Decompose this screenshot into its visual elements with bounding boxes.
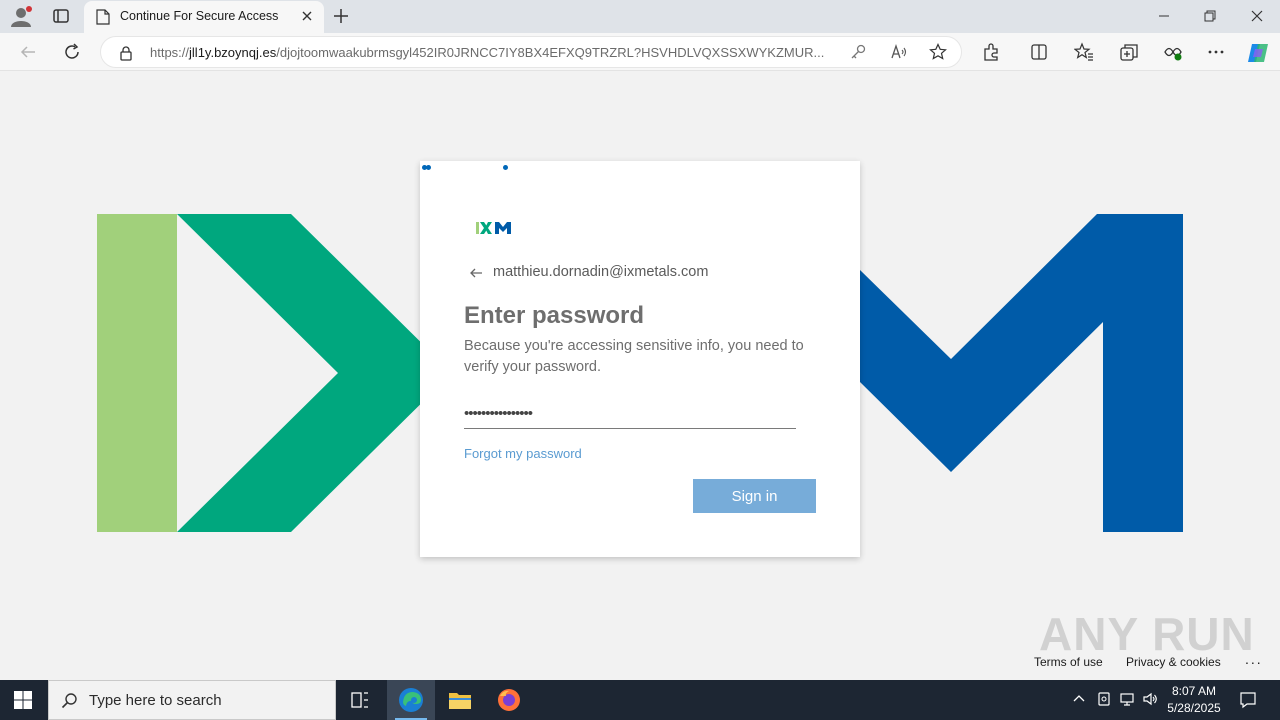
firefox-icon [498, 689, 520, 711]
split-screen-icon[interactable] [1029, 42, 1049, 62]
refresh-icon[interactable] [62, 42, 82, 62]
login-card: matthieu.dornadin@ixmetals.com Enter pas… [420, 161, 860, 557]
clock-time: 8:07 AM [1171, 684, 1217, 698]
favorites-icon[interactable] [1074, 42, 1094, 62]
url-path: /djojtoomwaakubrmsgyl452IR0JRNCC7IY8BX4E… [276, 45, 825, 60]
edge-icon [399, 688, 423, 712]
terms-link[interactable]: Terms of use [1034, 655, 1103, 669]
clock-date: 5/28/2025 [1167, 701, 1221, 715]
new-tab-icon[interactable] [332, 7, 350, 25]
minimize-icon[interactable] [1154, 6, 1174, 26]
search-placeholder: Type here to search [89, 692, 222, 709]
back-icon[interactable] [18, 42, 38, 62]
description-text: Because you're accessing sensitive info,… [464, 338, 804, 375]
folder-icon [449, 693, 471, 709]
read-aloud-icon[interactable] [890, 43, 908, 61]
windows-taskbar: Type here to search 8:07 AM 5/28/2025 [0, 680, 1280, 720]
close-window-icon[interactable] [1247, 6, 1267, 26]
profile-icon[interactable] [10, 6, 32, 28]
back-arrow-icon[interactable] [468, 265, 484, 281]
ixm-logo [476, 222, 511, 234]
lock-icon[interactable] [119, 45, 133, 61]
edge-taskbar-app[interactable] [387, 680, 435, 720]
network-icon[interactable] [1119, 691, 1135, 707]
notifications-icon[interactable] [1238, 690, 1258, 710]
key-icon[interactable] [849, 43, 867, 61]
copilot-icon[interactable] [1246, 41, 1270, 65]
volume-icon[interactable] [1142, 691, 1158, 707]
windows-start-icon[interactable] [14, 691, 32, 709]
account-email: matthieu.dornadin@ixmetals.com [493, 264, 709, 280]
taskbar-search[interactable]: Type here to search [48, 680, 336, 720]
privacy-link[interactable]: Privacy & cookies [1126, 655, 1221, 669]
page-title: Enter password [464, 302, 645, 329]
url-domain: jll1y.bzoynqj.es [189, 45, 277, 60]
show-hidden-icons-icon[interactable] [1071, 691, 1087, 707]
tab-actions-icon[interactable] [52, 7, 70, 25]
system-clock[interactable]: 8:07 AM 5/28/2025 [1160, 683, 1228, 717]
extensions-icon[interactable] [981, 42, 1001, 62]
task-view-button[interactable] [336, 680, 384, 720]
url-text[interactable]: https://jll1y.bzoynqj.es/djojtoomwaakubr… [150, 45, 840, 60]
browser-toolbar: https://jll1y.bzoynqj.es/djojtoomwaakubr… [0, 33, 1280, 71]
sign-in-button[interactable]: Sign in [693, 479, 816, 513]
forgot-password-link[interactable]: Forgot my password [464, 446, 582, 461]
restore-icon[interactable] [1200, 6, 1220, 26]
task-view-icon [351, 692, 368, 708]
favorite-star-icon[interactable] [929, 43, 947, 61]
progress-dot [426, 165, 431, 170]
more-options-icon[interactable] [1206, 42, 1226, 62]
collections-icon[interactable] [1119, 42, 1139, 62]
browser-essentials-icon[interactable] [1163, 42, 1183, 62]
search-icon [61, 693, 77, 709]
tab-title: Continue For Secure Access [120, 9, 279, 23]
browser-tab-bar: Continue For Secure Access [0, 0, 1280, 33]
page-icon [96, 9, 110, 25]
file-explorer-taskbar-app[interactable] [436, 680, 484, 720]
close-tab-icon[interactable] [300, 9, 314, 23]
password-field[interactable] [464, 399, 796, 429]
page-content: matthieu.dornadin@ixmetals.com Enter pas… [3, 71, 1277, 679]
url-prefix: https:// [150, 45, 190, 60]
progress-dot [503, 165, 508, 170]
active-tab[interactable]: Continue For Secure Access [84, 1, 324, 33]
anyrun-watermark: ANY RUN [1039, 608, 1255, 660]
address-bar[interactable]: https://jll1y.bzoynqj.es/djojtoomwaakubr… [100, 36, 962, 68]
more-footer-button[interactable]: ... [1245, 651, 1263, 667]
firefox-taskbar-app[interactable] [485, 680, 533, 720]
device-icon[interactable] [1096, 691, 1112, 707]
